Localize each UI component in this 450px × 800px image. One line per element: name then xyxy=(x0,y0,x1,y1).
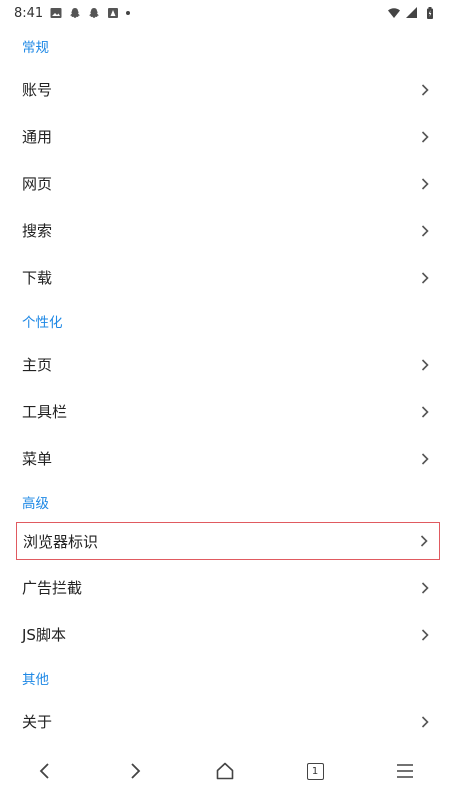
status-left: 8:41 xyxy=(14,5,131,21)
section-header-advanced: 高级 xyxy=(22,496,49,512)
settings-item-user-agent[interactable]: 浏览器标识 xyxy=(16,522,440,560)
settings-item-general[interactable]: 通用 xyxy=(0,113,450,160)
chevron-right-icon xyxy=(421,224,429,237)
chevron-right-icon xyxy=(420,535,428,547)
chevron-right-icon xyxy=(421,130,429,143)
settings-item-label: 下载 xyxy=(22,269,53,287)
settings-item-label: 通用 xyxy=(22,128,53,146)
settings-item-label: 搜索 xyxy=(22,222,53,240)
settings-item-label: 网页 xyxy=(22,175,53,193)
app-notification-icon xyxy=(108,8,119,18)
section-header-other: 其他 xyxy=(22,672,49,688)
settings-item-search[interactable]: 搜索 xyxy=(0,207,450,254)
settings-item-label: 工具栏 xyxy=(22,403,68,421)
chevron-right-icon xyxy=(421,177,429,190)
tabs-button[interactable]: 1 xyxy=(295,751,335,791)
snapchat-notification-icon-2 xyxy=(89,8,100,18)
settings-item-label: JS脚本 xyxy=(22,626,66,644)
clock: 8:41 xyxy=(14,5,44,21)
chevron-right-icon xyxy=(421,628,429,641)
gallery-notification-icon xyxy=(50,8,62,18)
chevron-right-icon xyxy=(421,581,429,594)
snapchat-notification-icon xyxy=(70,8,81,18)
settings-item-menu[interactable]: 菜单 xyxy=(0,435,450,482)
back-button[interactable] xyxy=(25,751,65,791)
wifi-icon xyxy=(388,8,400,18)
hamburger-menu-icon xyxy=(397,764,413,778)
battery-icon xyxy=(427,7,433,19)
settings-item-label: 广告拦截 xyxy=(22,579,83,597)
chevron-right-icon xyxy=(421,358,429,371)
home-icon xyxy=(216,762,234,780)
settings-item-about[interactable]: 关于 xyxy=(0,698,450,745)
settings-list: 常规 账号 通用 网页 搜索 下载 个性化 主页 工具栏 菜单 高级 浏览器标识… xyxy=(0,26,450,745)
menu-button[interactable] xyxy=(385,751,425,791)
forward-button[interactable] xyxy=(115,751,155,791)
status-bar: 8:41 xyxy=(0,0,450,26)
settings-item-webpage[interactable]: 网页 xyxy=(0,160,450,207)
forward-arrow-icon xyxy=(131,763,141,779)
bottom-nav-bar: 1 xyxy=(0,742,450,800)
settings-item-js-script[interactable]: JS脚本 xyxy=(0,611,450,658)
settings-item-label: 浏览器标识 xyxy=(23,532,99,551)
settings-item-homepage[interactable]: 主页 xyxy=(0,341,450,388)
settings-item-label: 关于 xyxy=(22,713,53,731)
signal-icon xyxy=(406,7,417,18)
settings-item-label: 菜单 xyxy=(22,450,53,468)
back-arrow-icon xyxy=(39,763,49,779)
chevron-right-icon xyxy=(421,715,429,728)
home-button[interactable] xyxy=(205,751,245,791)
chevron-right-icon xyxy=(421,405,429,418)
settings-item-toolbar[interactable]: 工具栏 xyxy=(0,388,450,435)
section-header-personalization: 个性化 xyxy=(22,315,63,331)
status-right xyxy=(388,7,436,19)
settings-item-ad-block[interactable]: 广告拦截 xyxy=(0,564,450,611)
more-notifications-dot xyxy=(126,11,131,15)
chevron-right-icon xyxy=(421,271,429,284)
chevron-right-icon xyxy=(421,83,429,96)
settings-item-account[interactable]: 账号 xyxy=(0,66,450,113)
settings-item-download[interactable]: 下载 xyxy=(0,254,450,301)
section-header-general: 常规 xyxy=(22,40,49,56)
tab-count-badge: 1 xyxy=(306,762,324,780)
chevron-right-icon xyxy=(421,452,429,465)
settings-item-label: 主页 xyxy=(22,356,53,374)
settings-item-label: 账号 xyxy=(22,81,53,99)
